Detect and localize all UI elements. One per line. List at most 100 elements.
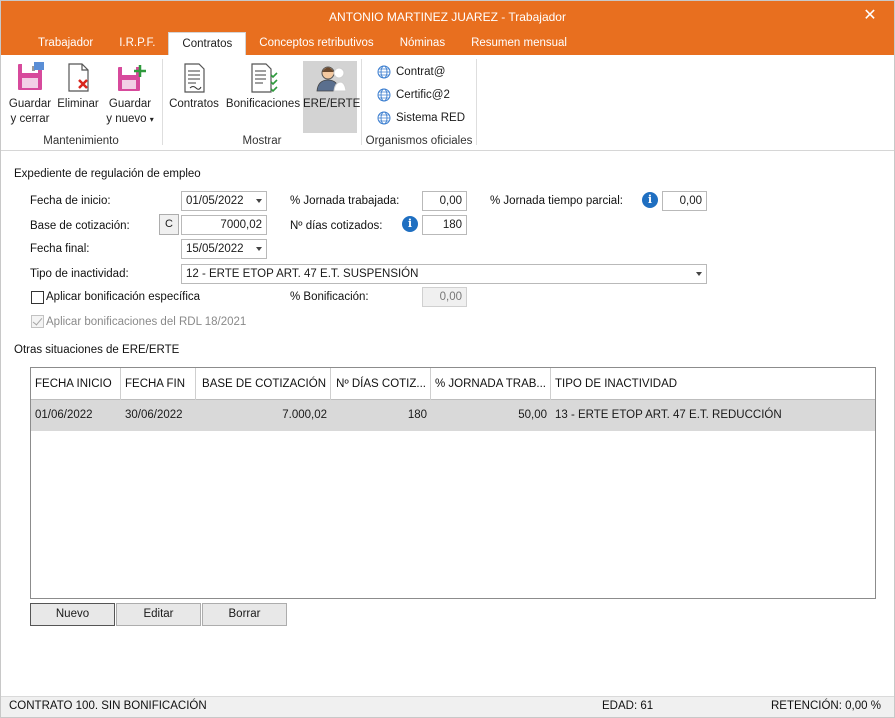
jornada-trabajada-label: % Jornada trabajada: (290, 195, 400, 207)
checklist-icon (247, 61, 279, 95)
delete-button[interactable]: Eliminar (56, 61, 100, 112)
title-bar: ANTONIO MARTINEZ JUAREZ - Trabajador ✕ T… (1, 1, 894, 55)
save-new-label-1: Guardar (108, 98, 152, 110)
sistema-red-label: Sistema RED (396, 112, 466, 124)
status-edad: EDAD: 61 (602, 700, 654, 712)
contrata-link[interactable]: Contrat@ (377, 62, 445, 82)
fecha-inicio-field[interactable]: 01/05/2022 (181, 191, 267, 211)
worker-window: ANTONIO MARTINEZ JUAREZ - Trabajador ✕ T… (0, 0, 895, 718)
close-icon[interactable]: ✕ (860, 6, 880, 26)
bonif-rdl-label: Aplicar bonificaciones del RDL 18/2021 (46, 316, 247, 328)
porc-bonificacion-label: % Bonificación: (290, 291, 369, 303)
porc-bonificacion-input: 0,00 (422, 287, 467, 307)
editar-button[interactable]: Editar (116, 603, 201, 626)
group-organismos: Contrat@ Certific@2 Sistema RED Organism… (363, 59, 475, 149)
chevron-down-icon[interactable] (696, 272, 702, 276)
column-header-dias[interactable]: Nº DÍAS COTIZ... (331, 368, 431, 400)
bonif-especifica-label[interactable]: Aplicar bonificación específica (46, 291, 200, 303)
tab-trabajador[interactable]: Trabajador (25, 32, 106, 55)
cell-jornada: 50,00 (518, 409, 547, 421)
chevron-down-icon[interactable] (256, 247, 262, 251)
contratos-label: Contratos (169, 98, 219, 110)
jornada-parcial-input[interactable]: 0,00 (662, 191, 707, 211)
globe-icon (377, 111, 391, 125)
bonif-especifica-checkbox[interactable] (31, 291, 44, 304)
jornada-parcial-label: % Jornada tiempo parcial: (490, 195, 623, 207)
window-title: ANTONIO MARTINEZ JUAREZ - Trabajador (329, 10, 566, 24)
tab-resumen-mensual[interactable]: Resumen mensual (458, 32, 580, 55)
grid-header: FECHA INICIO FECHA FIN BASE DE COTIZACIÓ… (31, 368, 875, 400)
save-close-label-1: Guardar (8, 98, 52, 110)
group-label-mostrar: Mostrar (242, 135, 282, 147)
info-icon[interactable]: i (402, 216, 418, 232)
save-new-button[interactable]: Guardar y nuevo ▾ (102, 61, 158, 127)
delete-label: Eliminar (57, 98, 99, 110)
bonificaciones-button[interactable]: Bonificaciones (224, 61, 302, 112)
dias-cotizados-input[interactable]: 180 (422, 215, 467, 235)
column-header-tipo[interactable]: TIPO DE INACTIVIDAD (551, 368, 875, 400)
tipo-inactividad-select[interactable]: 12 - ERTE ETOP ART. 47 E.T. SUSPENSIÓN (181, 264, 707, 284)
group-label-organismos: Organismos oficiales (365, 135, 473, 147)
table-row[interactable]: 01/06/2022 30/06/2022 7.000,02 180 50,00… (31, 400, 875, 431)
save-new-label-2: y nuevo ▾ (106, 113, 154, 125)
bonif-rdl-checkbox (31, 315, 44, 328)
ribbon-separator (361, 59, 362, 145)
tipo-inactividad-label: Tipo de inactividad: (30, 268, 129, 280)
base-cotizacion-label: Base de cotización: (30, 220, 130, 232)
section-title-expediente: Expediente de regulación de empleo (14, 168, 201, 180)
globe-icon (377, 88, 391, 102)
ribbon: Guardar y cerrar Eliminar Guardar y nuev… (1, 55, 894, 151)
contratos-button[interactable]: Contratos (167, 61, 221, 112)
tab-contratos[interactable]: Contratos (168, 32, 247, 55)
cell-fecha-fin: 30/06/2022 (125, 409, 183, 421)
info-icon[interactable]: i (642, 192, 658, 208)
ribbon-tabs: Trabajador I.R.P.F. Contratos Conceptos … (25, 32, 580, 55)
jornada-trabajada-input[interactable]: 0,00 (422, 191, 467, 211)
delete-icon (62, 61, 94, 95)
base-cotizacion-input[interactable]: 7000,02 (181, 215, 267, 235)
fecha-inicio-label: Fecha de inicio: (30, 195, 111, 207)
fecha-final-label: Fecha final: (30, 243, 90, 255)
save-close-label-2: y cerrar (10, 113, 50, 125)
cell-base: 7.000,02 (282, 409, 327, 421)
ere-grid: FECHA INICIO FECHA FIN BASE DE COTIZACIÓ… (30, 367, 876, 599)
tab-irpf[interactable]: I.R.P.F. (106, 32, 168, 55)
group-mostrar: Contratos Bonificaciones ERE/ERTE Mostra… (164, 59, 360, 149)
dias-cotizados-label: Nº días cotizados: (290, 220, 383, 232)
chevron-down-icon[interactable] (256, 199, 262, 203)
certifica2-link[interactable]: Certific@2 (377, 85, 450, 105)
cell-dias: 180 (407, 409, 427, 421)
column-header-base[interactable]: BASE DE COTIZACIÓN (196, 368, 331, 400)
ribbon-separator (162, 59, 163, 145)
fecha-inicio-value: 01/05/2022 (186, 195, 244, 207)
tab-nominas[interactable]: Nóminas (387, 32, 458, 55)
ere-erte-label: ERE/ERTE (303, 98, 361, 110)
calculate-base-button[interactable]: C (159, 214, 179, 235)
status-contrato: CONTRATO 100. SIN BONIFICACIÓN (9, 700, 207, 712)
save-close-button[interactable]: Guardar y cerrar (6, 61, 54, 127)
section-title-otras: Otras situaciones de ERE/ERTE (14, 344, 180, 356)
column-header-fecha-inicio[interactable]: FECHA INICIO (31, 368, 121, 400)
status-retencion: RETENCIÓN: 0,00 % (771, 700, 881, 712)
sistema-red-link[interactable]: Sistema RED (377, 108, 465, 128)
fecha-final-field[interactable]: 15/05/2022 (181, 239, 267, 259)
globe-icon (377, 65, 391, 79)
ribbon-separator (476, 59, 477, 145)
tab-conceptos-retributivos[interactable]: Conceptos retributivos (246, 32, 386, 55)
bonificaciones-label: Bonificaciones (225, 98, 301, 110)
borrar-button[interactable]: Borrar (202, 603, 287, 626)
column-header-fecha-fin[interactable]: FECHA FIN (121, 368, 196, 400)
fecha-final-value: 15/05/2022 (186, 243, 244, 255)
tipo-inactividad-value: 12 - ERTE ETOP ART. 47 E.T. SUSPENSIÓN (186, 268, 419, 280)
column-header-jornada[interactable]: % JORNADA TRAB... (431, 368, 551, 400)
status-bar: CONTRATO 100. SIN BONIFICACIÓN EDAD: 61 … (1, 696, 894, 717)
save-new-icon (114, 61, 146, 95)
save-close-icon (14, 61, 46, 95)
cell-fecha-inicio: 01/06/2022 (35, 409, 93, 421)
cell-tipo: 13 - ERTE ETOP ART. 47 E.T. REDUCCIÓN (555, 409, 782, 421)
nuevo-button[interactable]: Nuevo (30, 603, 115, 626)
ere-erte-button[interactable]: ERE/ERTE (303, 61, 361, 133)
group-mantenimiento: Guardar y cerrar Eliminar Guardar y nuev… (1, 59, 161, 149)
group-label-mantenimiento: Mantenimiento (43, 135, 119, 147)
person-icon (314, 61, 347, 95)
